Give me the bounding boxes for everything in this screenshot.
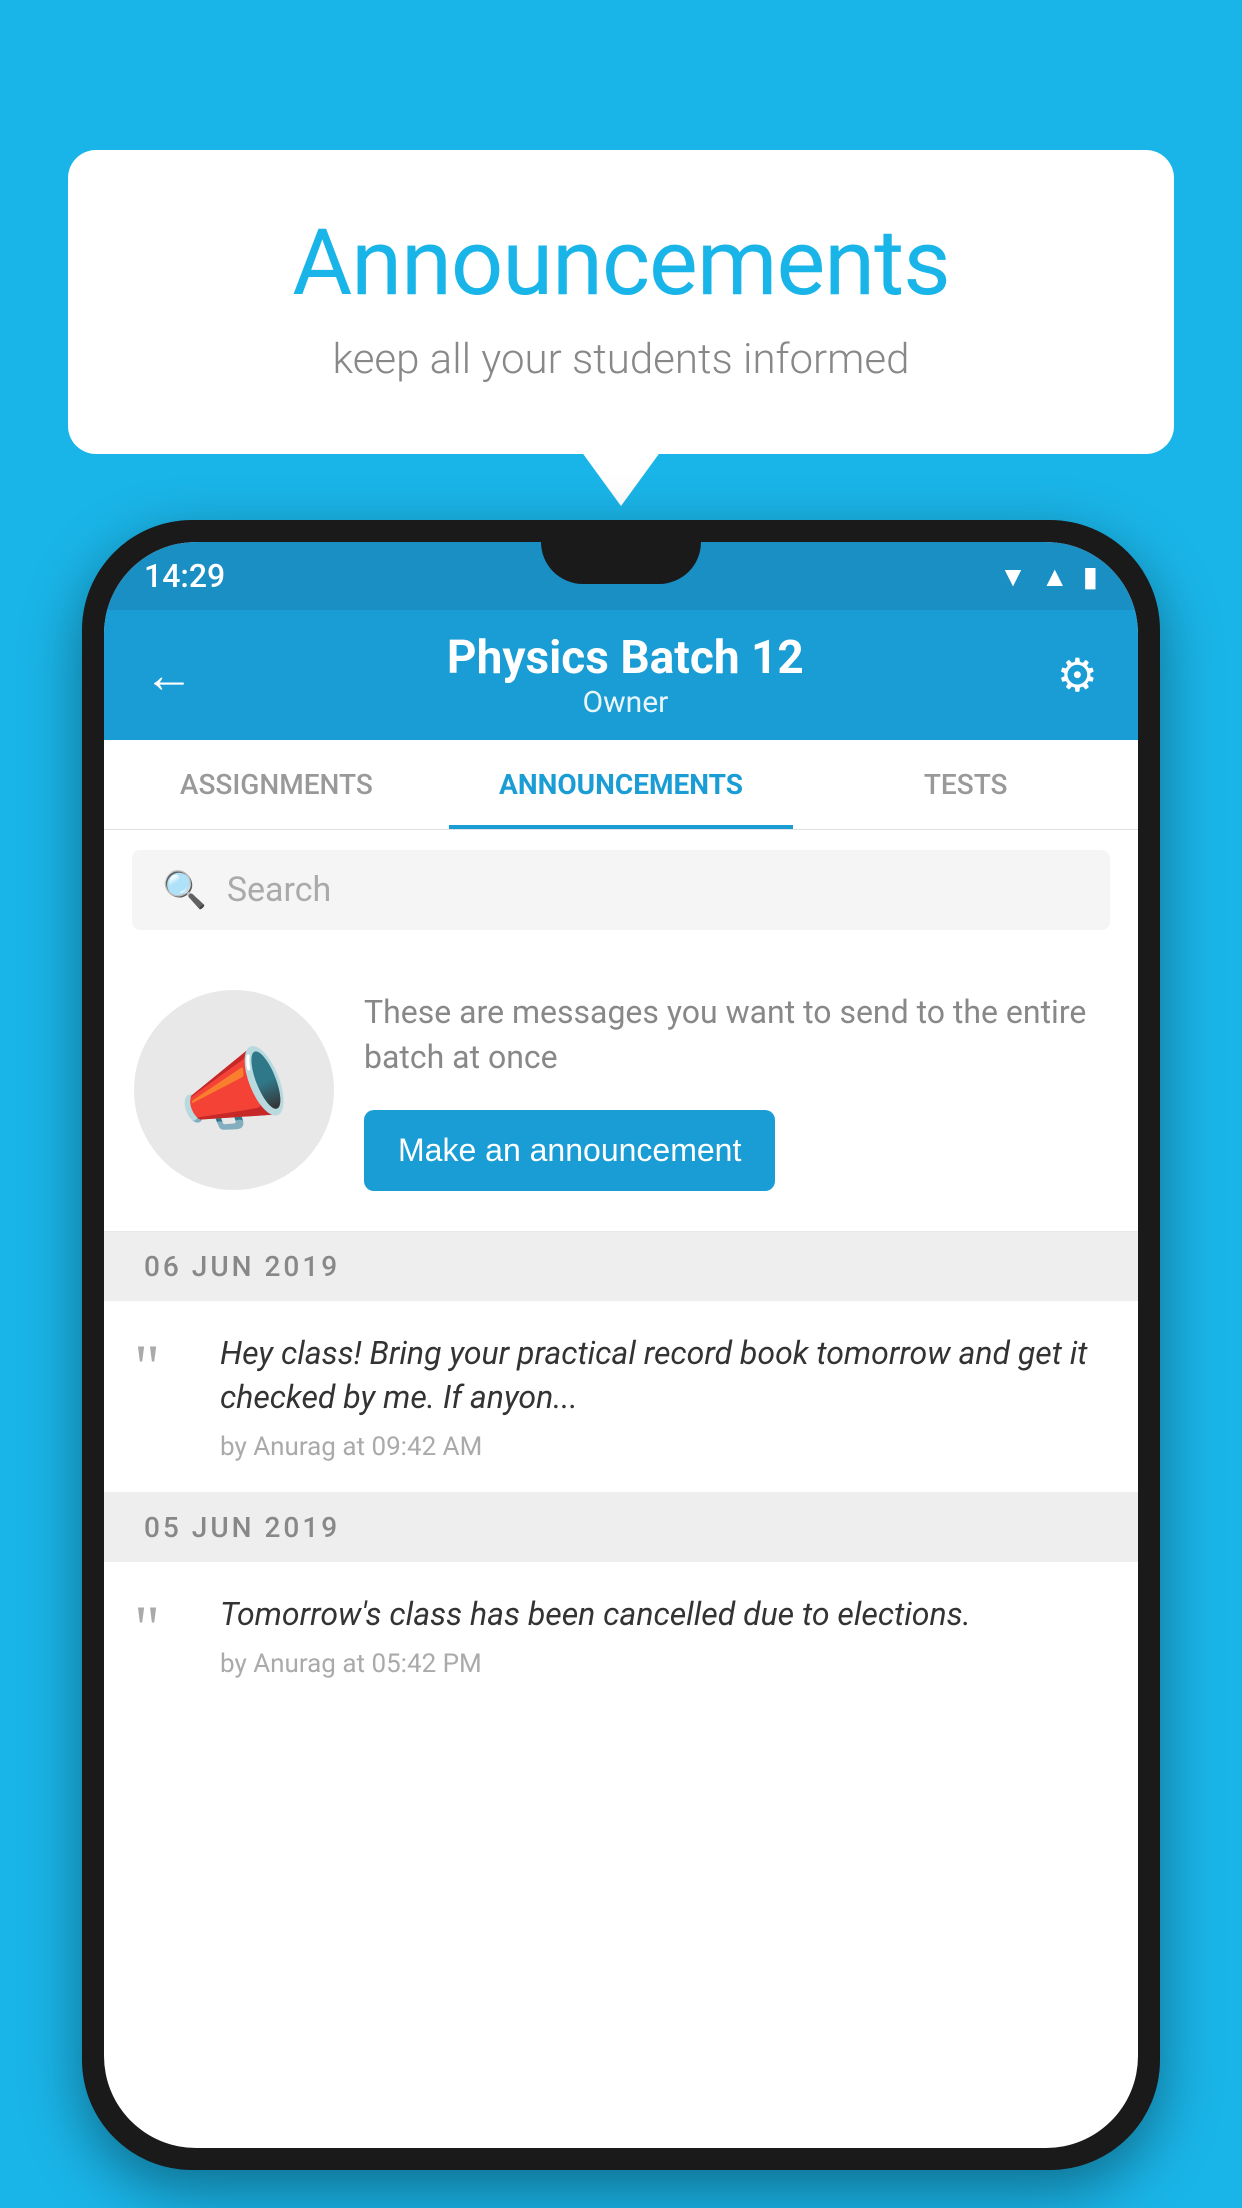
tab-announcements[interactable]: ANNOUNCEMENTS — [449, 740, 794, 829]
bubble-title: Announcements — [148, 210, 1094, 317]
megaphone-icon: 📣 — [178, 1038, 290, 1143]
search-icon: 🔍 — [162, 869, 207, 911]
phone-screen: 14:29 ▼ ▲ ▮ ← Physics Batch 12 Owner ⚙ — [104, 542, 1138, 2148]
make-announcement-button[interactable]: Make an announcement — [364, 1110, 775, 1191]
search-placeholder: Search — [227, 870, 331, 910]
gear-icon[interactable]: ⚙ — [1057, 648, 1098, 703]
back-button[interactable]: ← — [144, 646, 194, 705]
announcement-content-1: Hey class! Bring your practical record b… — [220, 1331, 1108, 1463]
speech-bubble-container: Announcements keep all your students inf… — [68, 150, 1174, 454]
announcement-promo: 📣 These are messages you want to send to… — [104, 950, 1138, 1232]
battery-icon: ▮ — [1083, 560, 1098, 593]
status-time: 14:29 — [144, 557, 225, 595]
announcement-meta-2: by Anurag at 05:42 PM — [220, 1649, 1108, 1679]
phone-container: 14:29 ▼ ▲ ▮ ← Physics Batch 12 Owner ⚙ — [82, 520, 1160, 2208]
date-separator-1: 06 JUN 2019 — [104, 1232, 1138, 1301]
quote-icon-1: " — [134, 1335, 194, 1399]
app-bar-title: Physics Batch 12 — [447, 631, 804, 685]
tab-assignments[interactable]: ASSIGNMENTS — [104, 740, 449, 829]
promo-content: These are messages you want to send to t… — [364, 990, 1108, 1191]
signal-icon: ▲ — [1041, 560, 1069, 593]
announcement-meta-1: by Anurag at 09:42 AM — [220, 1432, 1108, 1462]
speech-bubble: Announcements keep all your students inf… — [68, 150, 1174, 454]
wifi-icon: ▼ — [999, 560, 1027, 593]
bubble-subtitle: keep all your students informed — [148, 335, 1094, 384]
announcement-text-2: Tomorrow's class has been cancelled due … — [220, 1592, 1108, 1637]
promo-icon-circle: 📣 — [134, 990, 334, 1190]
announcement-item-1[interactable]: " Hey class! Bring your practical record… — [104, 1301, 1138, 1494]
status-bar: 14:29 ▼ ▲ ▮ — [104, 542, 1138, 610]
announcement-text-1: Hey class! Bring your practical record b… — [220, 1331, 1108, 1421]
tabs-container: ASSIGNMENTS ANNOUNCEMENTS TESTS — [104, 740, 1138, 830]
search-box[interactable]: 🔍 Search — [132, 850, 1110, 930]
promo-text: These are messages you want to send to t… — [364, 990, 1108, 1080]
phone-frame: 14:29 ▼ ▲ ▮ ← Physics Batch 12 Owner ⚙ — [82, 520, 1160, 2170]
status-icons: ▼ ▲ ▮ — [999, 560, 1098, 593]
tab-tests[interactable]: TESTS — [793, 740, 1138, 829]
quote-icon-2: " — [134, 1596, 194, 1660]
app-bar: ← Physics Batch 12 Owner ⚙ — [104, 610, 1138, 740]
announcement-content-2: Tomorrow's class has been cancelled due … — [220, 1592, 1108, 1679]
app-bar-subtitle: Owner — [447, 685, 804, 720]
announcement-item-2[interactable]: " Tomorrow's class has been cancelled du… — [104, 1562, 1138, 1709]
date-separator-2: 05 JUN 2019 — [104, 1493, 1138, 1562]
app-bar-center: Physics Batch 12 Owner — [447, 631, 804, 720]
search-container: 🔍 Search — [104, 830, 1138, 950]
notch — [541, 542, 701, 584]
